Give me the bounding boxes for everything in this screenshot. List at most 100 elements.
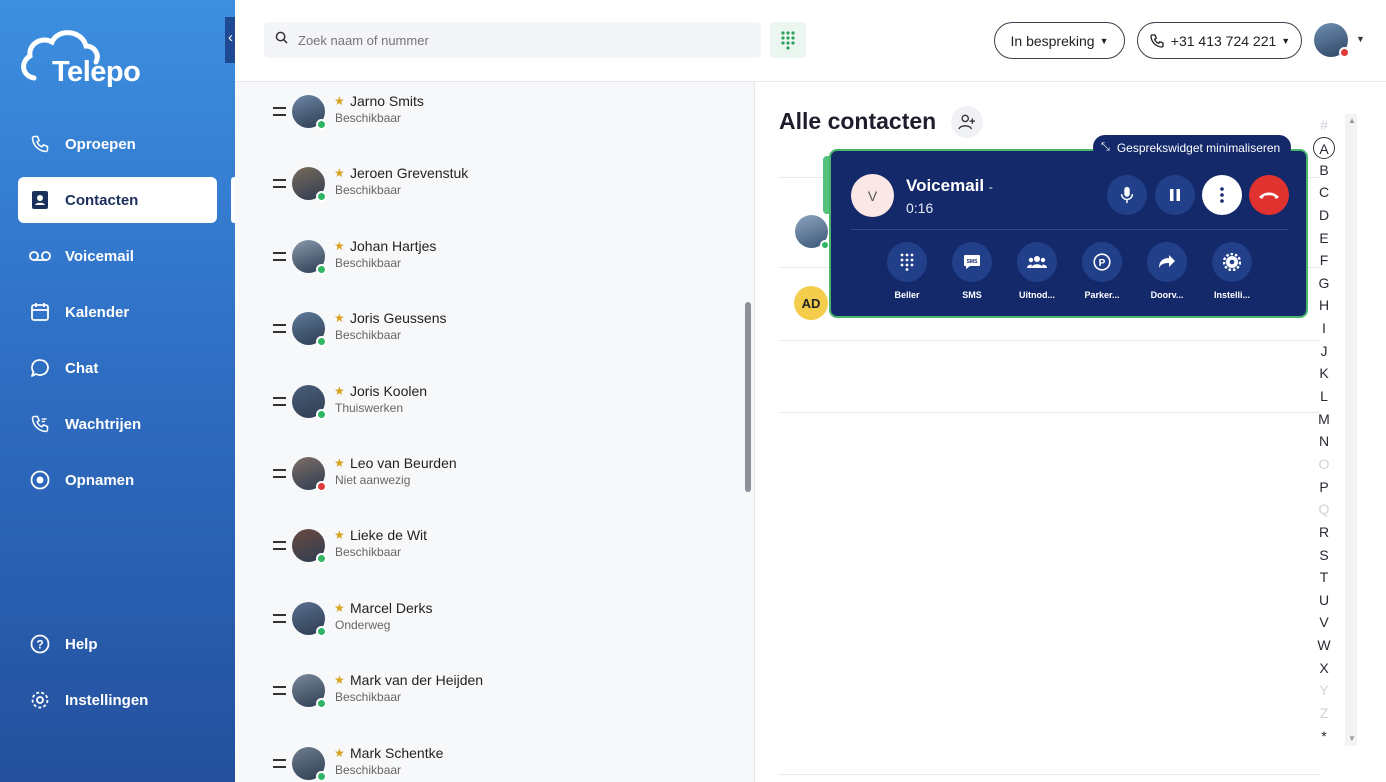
favorite-star-icon[interactable]: ★: [334, 601, 345, 615]
drag-handle-icon[interactable]: [273, 107, 286, 116]
favorite-contact-item[interactable]: ★ Jarno Smits Beschikbaar: [235, 86, 735, 146]
invite-action[interactable]: Uitnod...: [1007, 242, 1067, 300]
alphabet-letter[interactable]: T: [1313, 566, 1335, 589]
park-action[interactable]: P Parker...: [1072, 242, 1132, 300]
sidebar-item-instellingen[interactable]: Instellingen: [18, 677, 217, 723]
add-contact-button[interactable]: [951, 106, 983, 138]
avatar[interactable]: [292, 457, 327, 492]
alphabet-letter[interactable]: V: [1313, 611, 1335, 634]
alphabet-letter[interactable]: A: [1313, 136, 1335, 159]
alphabet-letter[interactable]: X: [1313, 657, 1335, 680]
avatar[interactable]: [292, 312, 327, 348]
favorite-star-icon[interactable]: ★: [334, 239, 345, 253]
favorite-contact-item[interactable]: ★ Joris Geussens Beschikbaar: [235, 303, 735, 363]
drag-handle-icon[interactable]: [273, 251, 286, 261]
alphabet-letter[interactable]: L: [1313, 385, 1335, 408]
favorite-contact-item[interactable]: ★ Joris Koolen Thuiswerken: [235, 376, 735, 436]
favorite-contact-item[interactable]: ★ Leo van Beurden Niet aanwezig: [235, 448, 735, 508]
telepo-logo[interactable]: Telepo: [20, 24, 150, 94]
favorites-scrollbar[interactable]: [745, 302, 751, 492]
initials-avatar[interactable]: AD: [794, 286, 828, 320]
avatar[interactable]: [292, 746, 327, 782]
alphabet-letter[interactable]: W: [1313, 634, 1335, 657]
alphabet-letter[interactable]: Z: [1313, 702, 1335, 725]
alphabet-letter[interactable]: M: [1313, 408, 1335, 431]
scroll-down-arrow-icon[interactable]: ▼: [1348, 734, 1356, 743]
mute-button[interactable]: [1107, 175, 1147, 215]
alphabet-letter[interactable]: J: [1313, 340, 1335, 363]
alphabet-letter[interactable]: I: [1313, 317, 1335, 340]
sidebar-item-oproepen[interactable]: Oproepen: [18, 121, 217, 167]
dialpad-button[interactable]: [770, 22, 806, 58]
drag-handle-icon[interactable]: [273, 469, 286, 478]
alphabet-letter[interactable]: B: [1313, 159, 1335, 182]
drag-handle-icon[interactable]: [273, 396, 286, 406]
user-avatar[interactable]: [1314, 23, 1350, 58]
avatar[interactable]: [795, 215, 830, 250]
dialpad-action[interactable]: Beller: [877, 242, 937, 300]
scroll-up-arrow-icon[interactable]: ▲: [1348, 116, 1356, 125]
alphabet-letter[interactable]: C: [1313, 181, 1335, 204]
search-input[interactable]: [298, 32, 718, 48]
favorite-star-icon[interactable]: ★: [334, 528, 345, 542]
sidebar-item-chat[interactable]: Chat: [18, 345, 217, 391]
drag-handle-icon[interactable]: [273, 613, 286, 623]
alphabet-letter[interactable]: D: [1313, 204, 1335, 227]
alphabet-letter[interactable]: #: [1313, 114, 1335, 137]
presence-status-dropdown[interactable]: In bespreking ▼: [994, 22, 1125, 59]
favorite-star-icon[interactable]: ★: [334, 166, 345, 180]
hold-button[interactable]: [1155, 175, 1195, 215]
avatar[interactable]: [292, 529, 327, 565]
favorite-contact-item[interactable]: ★ Mark van der Heijden Beschikbaar: [235, 665, 735, 725]
sidebar-item-voicemail[interactable]: Voicemail: [18, 233, 217, 279]
favorite-contact-item[interactable]: ★ Lieke de Wit Beschikbaar: [235, 520, 735, 580]
sidebar-item-wachtrijen[interactable]: Wachtrijen: [18, 401, 217, 447]
drag-handle-icon[interactable]: [273, 758, 286, 768]
alphabet-letter[interactable]: R: [1313, 521, 1335, 544]
sidebar-item-help[interactable]: ? Help: [18, 621, 217, 667]
user-menu-caret-icon[interactable]: ▼: [1356, 34, 1365, 44]
favorite-contact-item[interactable]: ★ Johan Hartjes Beschikbaar: [235, 231, 735, 291]
alphabet-letter[interactable]: Q: [1313, 498, 1335, 521]
favorite-star-icon[interactable]: ★: [334, 311, 345, 325]
avatar[interactable]: [292, 167, 327, 203]
sidebar-item-kalender[interactable]: Kalender: [18, 289, 217, 335]
alphabet-letter[interactable]: O: [1313, 453, 1335, 476]
alphabet-letter[interactable]: U: [1313, 589, 1335, 612]
alphabet-letter[interactable]: E: [1313, 227, 1335, 250]
favorite-contact-item[interactable]: ★ Marcel Derks Onderweg: [235, 593, 735, 653]
drag-handle-icon[interactable]: [273, 324, 286, 334]
alphabet-letter[interactable]: K: [1313, 362, 1335, 385]
alphabet-letter[interactable]: H: [1313, 294, 1335, 317]
sidebar-item-opnamen[interactable]: Opnamen: [18, 457, 217, 503]
alphabet-letter[interactable]: P: [1313, 476, 1335, 499]
sms-action[interactable]: SMS SMS: [942, 242, 1002, 300]
avatar[interactable]: [292, 384, 327, 420]
alphabet-letter[interactable]: N: [1313, 430, 1335, 453]
drag-handle-icon[interactable]: [273, 179, 286, 189]
hang-up-button[interactable]: [1249, 175, 1289, 215]
transfer-action[interactable]: Doorv...: [1137, 242, 1197, 300]
avatar[interactable]: [292, 239, 327, 275]
alphabet-letter[interactable]: *: [1313, 725, 1335, 748]
alphabet-letter[interactable]: F: [1313, 249, 1335, 272]
drag-handle-icon[interactable]: [273, 541, 286, 551]
favorite-star-icon[interactable]: ★: [334, 746, 345, 760]
favorite-star-icon[interactable]: ★: [334, 673, 345, 687]
call-settings-action[interactable]: Instelli...: [1202, 242, 1262, 300]
avatar[interactable]: [292, 95, 327, 130]
contacts-scrollbar[interactable]: ▲ ▼: [1345, 114, 1357, 746]
avatar[interactable]: [292, 674, 327, 710]
favorite-star-icon[interactable]: ★: [334, 94, 345, 108]
alphabet-letter[interactable]: G: [1313, 272, 1335, 295]
sidebar-item-contacten[interactable]: Contacten: [18, 177, 217, 223]
outgoing-number-dropdown[interactable]: +31 413 724 221 ▼: [1137, 22, 1302, 59]
favorite-contact-item[interactable]: ★ Mark Schentke Beschikbaar: [235, 738, 735, 782]
favorite-contact-item[interactable]: ★ Jeroen Grevenstuk Beschikbaar: [235, 158, 735, 218]
alphabet-letter[interactable]: Y: [1313, 679, 1335, 702]
avatar[interactable]: [292, 601, 327, 637]
favorite-star-icon[interactable]: ★: [334, 384, 345, 398]
favorite-star-icon[interactable]: ★: [334, 456, 345, 470]
more-options-button[interactable]: [1202, 175, 1242, 215]
alphabet-letter[interactable]: S: [1313, 544, 1335, 567]
